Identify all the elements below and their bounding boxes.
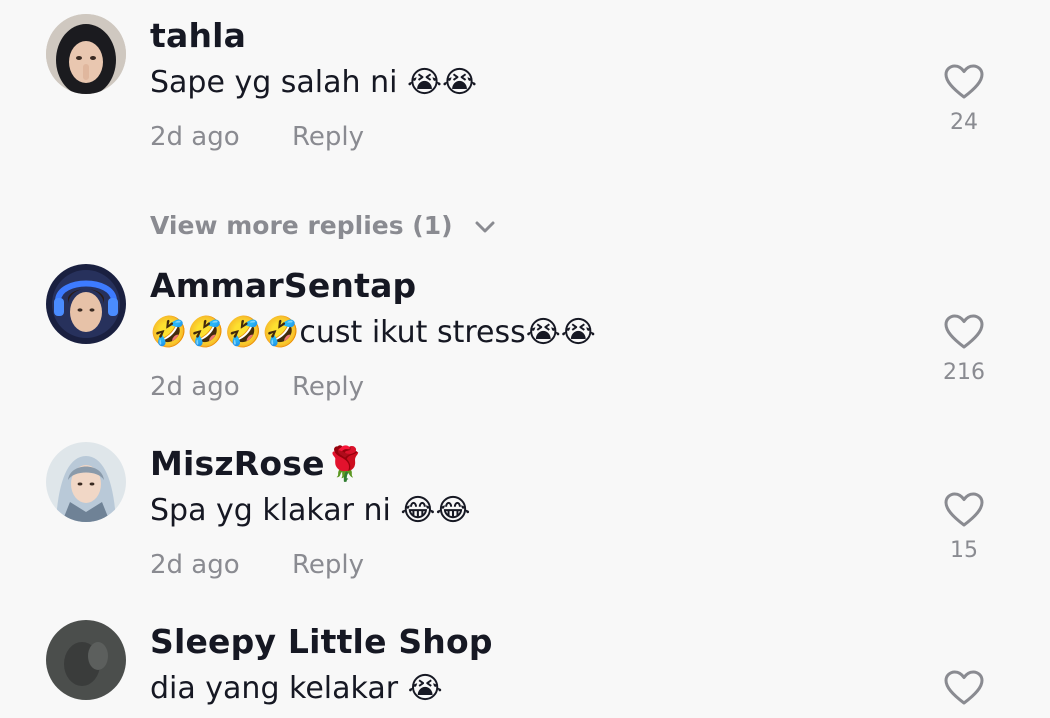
avatar[interactable] [46, 620, 126, 700]
like-button[interactable] [935, 670, 993, 706]
heart-outline-icon [944, 670, 984, 705]
comment-list: tahla Sape yg salah ni 😭😭 2d ago Reply 24… [0, 0, 1050, 718]
like-button[interactable]: 24 [935, 64, 993, 135]
timestamp: 2d ago [150, 550, 240, 580]
comment-text: Spa yg klakar ni 😂😂 [150, 493, 471, 528]
like-count: 216 [943, 360, 985, 385]
username[interactable]: MiszRose🌹 [150, 444, 366, 484]
avatar[interactable] [46, 442, 126, 522]
comment-text: Sape yg salah ni 😭😭 [150, 65, 478, 100]
username[interactable]: Sleepy Little Shop [150, 622, 493, 661]
avatar[interactable] [46, 14, 126, 94]
like-count: 15 [950, 538, 978, 563]
like-button[interactable]: 216 [935, 314, 993, 385]
comment-meta: 2d ago Reply [150, 122, 364, 152]
reply-button[interactable]: Reply [292, 122, 364, 152]
heart-outline-icon [944, 64, 984, 99]
timestamp: 2d ago [150, 372, 240, 402]
comment-meta: 2d ago Reply [150, 550, 364, 580]
reply-button[interactable]: Reply [292, 372, 364, 402]
view-more-label: View more replies (1) [150, 211, 453, 240]
like-button[interactable]: 15 [935, 492, 993, 563]
reply-button[interactable]: Reply [292, 550, 364, 580]
heart-outline-icon [944, 314, 984, 349]
username[interactable]: AmmarSentap [150, 266, 416, 305]
like-count: 24 [950, 110, 978, 135]
comment-text: 🤣🤣🤣🤣cust ikut stress😭😭 [150, 315, 596, 350]
view-more-replies-button[interactable]: View more replies (1) [150, 211, 495, 240]
heart-outline-icon [944, 492, 984, 527]
avatar[interactable] [46, 264, 126, 344]
comment-text: dia yang kelakar 😭 [150, 671, 443, 706]
comment-meta: 2d ago Reply [150, 372, 364, 402]
username[interactable]: tahla [150, 16, 246, 55]
chevron-down-icon [475, 221, 495, 233]
timestamp: 2d ago [150, 122, 240, 152]
